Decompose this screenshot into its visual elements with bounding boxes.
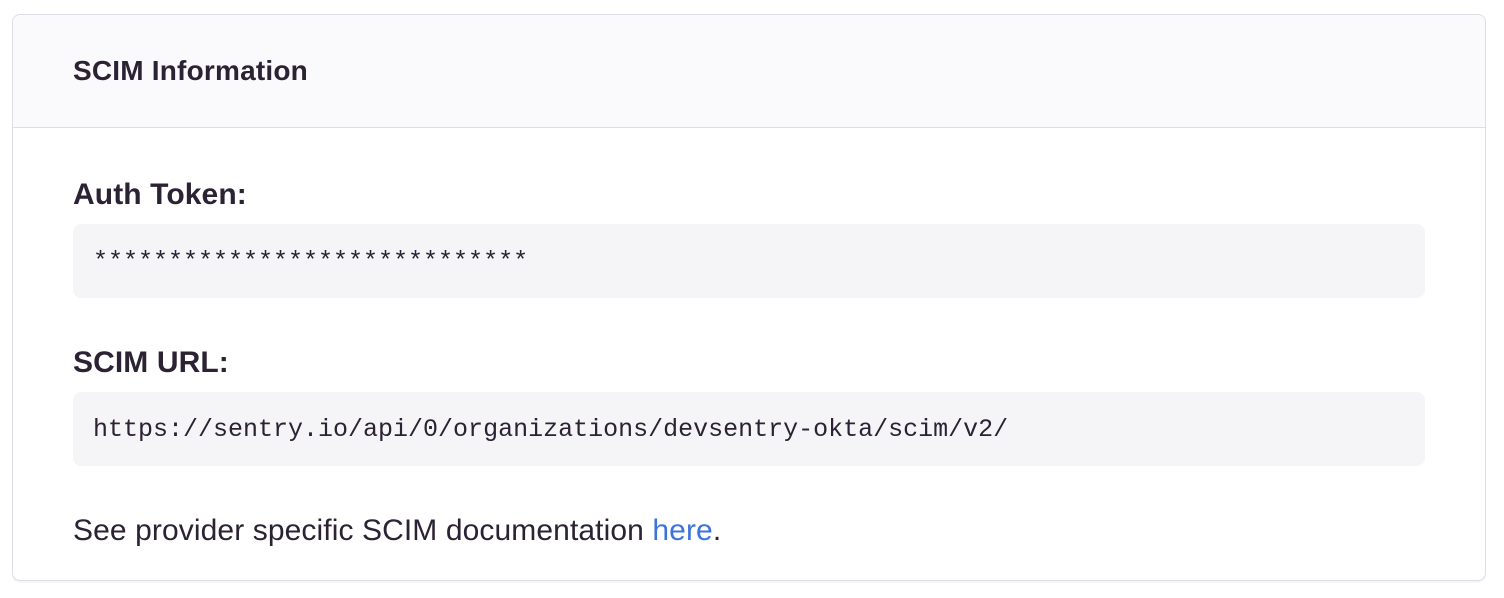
panel-header: SCIM Information [13, 15, 1485, 128]
scim-information-panel: SCIM Information Auth Token: ***********… [12, 14, 1486, 581]
scim-url-value-field: https://sentry.io/api/0/organizations/de… [73, 392, 1425, 466]
scim-documentation-note: See provider specific SCIM documentation… [73, 514, 1425, 548]
panel-title: SCIM Information [73, 55, 308, 87]
note-text-before-link: See provider specific SCIM documentation [73, 514, 652, 547]
auth-token-label: Auth Token: [73, 178, 1425, 212]
panel-body: Auth Token: ****************************… [13, 128, 1485, 581]
scim-documentation-link[interactable]: here [652, 514, 712, 547]
note-text-after-link: . [713, 514, 721, 547]
scim-url-label: SCIM URL: [73, 346, 1425, 380]
auth-token-value-field: ***************************** [73, 224, 1425, 298]
